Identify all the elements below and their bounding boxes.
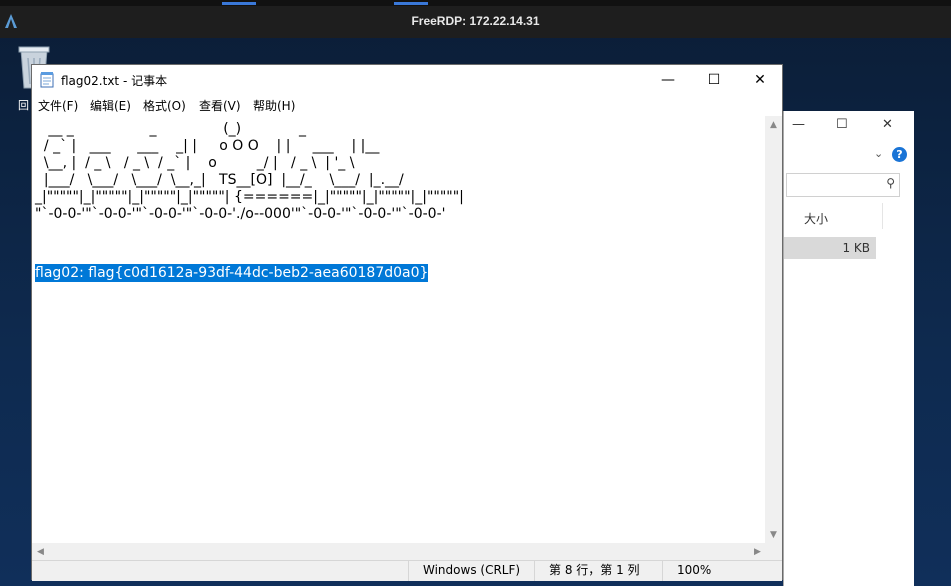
window-title: flag02.txt - 记事本 xyxy=(61,74,168,88)
menu-bar: 文件(F) 编辑(E) 格式(O) 查看(V) 帮助(H) xyxy=(32,95,782,115)
rdp-tab-indicator xyxy=(394,2,428,5)
vertical-scrollbar[interactable]: ▲ ▼ xyxy=(765,116,782,543)
search-box[interactable]: ⚲ xyxy=(786,173,900,197)
status-cursor-position: 第 8 行，第 1 列 xyxy=(534,561,649,581)
scroll-right-icon[interactable]: ▶ xyxy=(749,543,766,560)
desktop-icon-label: 回 xyxy=(18,99,29,112)
file-explorer-window[interactable]: — ☐ ✕ ⌄ ? ⚲ 大小 1 KB xyxy=(783,111,914,586)
size-column-label: 大小 xyxy=(804,212,829,226)
rdp-window-title: FreeRDP: 172.22.14.31 xyxy=(411,14,540,28)
horizontal-scrollbar[interactable]: ◀ ▶ xyxy=(32,543,766,560)
close-button[interactable]: ✕ xyxy=(737,65,783,95)
file-row[interactable]: 1 KB xyxy=(784,237,876,259)
chevron-down-icon[interactable]: ⌄ xyxy=(874,147,883,160)
scroll-left-icon[interactable]: ◀ xyxy=(32,543,49,560)
minimize-icon[interactable]: — xyxy=(792,117,805,132)
notepad-icon xyxy=(40,72,54,88)
status-encoding: Windows (CRLF) xyxy=(408,561,535,581)
menu-format[interactable]: 格式(O) xyxy=(143,97,186,114)
close-icon[interactable]: ✕ xyxy=(882,117,893,132)
menu-help[interactable]: 帮助(H) xyxy=(253,97,295,114)
file-size: 1 KB xyxy=(842,241,870,255)
menu-file[interactable]: 文件(F) xyxy=(38,97,78,114)
rdp-top-strip xyxy=(0,0,951,6)
minimize-button[interactable]: — xyxy=(645,65,691,95)
text-editor-area[interactable]: __ _ _ (_) _ / _` | ___ ___ _| | o O O |… xyxy=(32,116,766,543)
ascii-art-text: __ _ _ (_) _ / _` | ___ ___ _| | o O O |… xyxy=(35,121,464,222)
column-header[interactable]: 大小 xyxy=(784,203,883,229)
notepad-title-bar[interactable]: flag02.txt - 记事本 — ☐ ✕ xyxy=(32,65,782,95)
scrollbar-corner xyxy=(765,543,782,560)
scroll-up-icon[interactable]: ▲ xyxy=(765,116,782,133)
notepad-window[interactable]: flag02.txt - 记事本 — ☐ ✕ 文件(F) 编辑(E) 格式(O)… xyxy=(31,64,783,581)
help-icon[interactable]: ? xyxy=(892,147,907,162)
minimize-icon: — xyxy=(661,72,675,88)
maximize-button[interactable]: ☐ xyxy=(691,65,737,95)
selected-flag-text[interactable]: flag02: flag{c0d1612a-93df-44dc-beb2-aea… xyxy=(35,264,429,282)
close-icon: ✕ xyxy=(754,72,766,88)
freerdp-title-bar: FreeRDP: 172.22.14.31 xyxy=(0,0,951,38)
maximize-icon[interactable]: ☐ xyxy=(836,117,848,132)
scroll-down-icon[interactable]: ▼ xyxy=(765,526,782,543)
search-icon: ⚲ xyxy=(886,176,895,190)
menu-view[interactable]: 查看(V) xyxy=(199,97,241,114)
status-zoom: 100% xyxy=(662,561,737,581)
status-bar: Windows (CRLF) 第 8 行，第 1 列 100% xyxy=(32,560,782,581)
maximize-icon: ☐ xyxy=(707,72,721,88)
rdp-tab-indicator xyxy=(222,2,256,5)
menu-edit[interactable]: 编辑(E) xyxy=(90,97,131,114)
